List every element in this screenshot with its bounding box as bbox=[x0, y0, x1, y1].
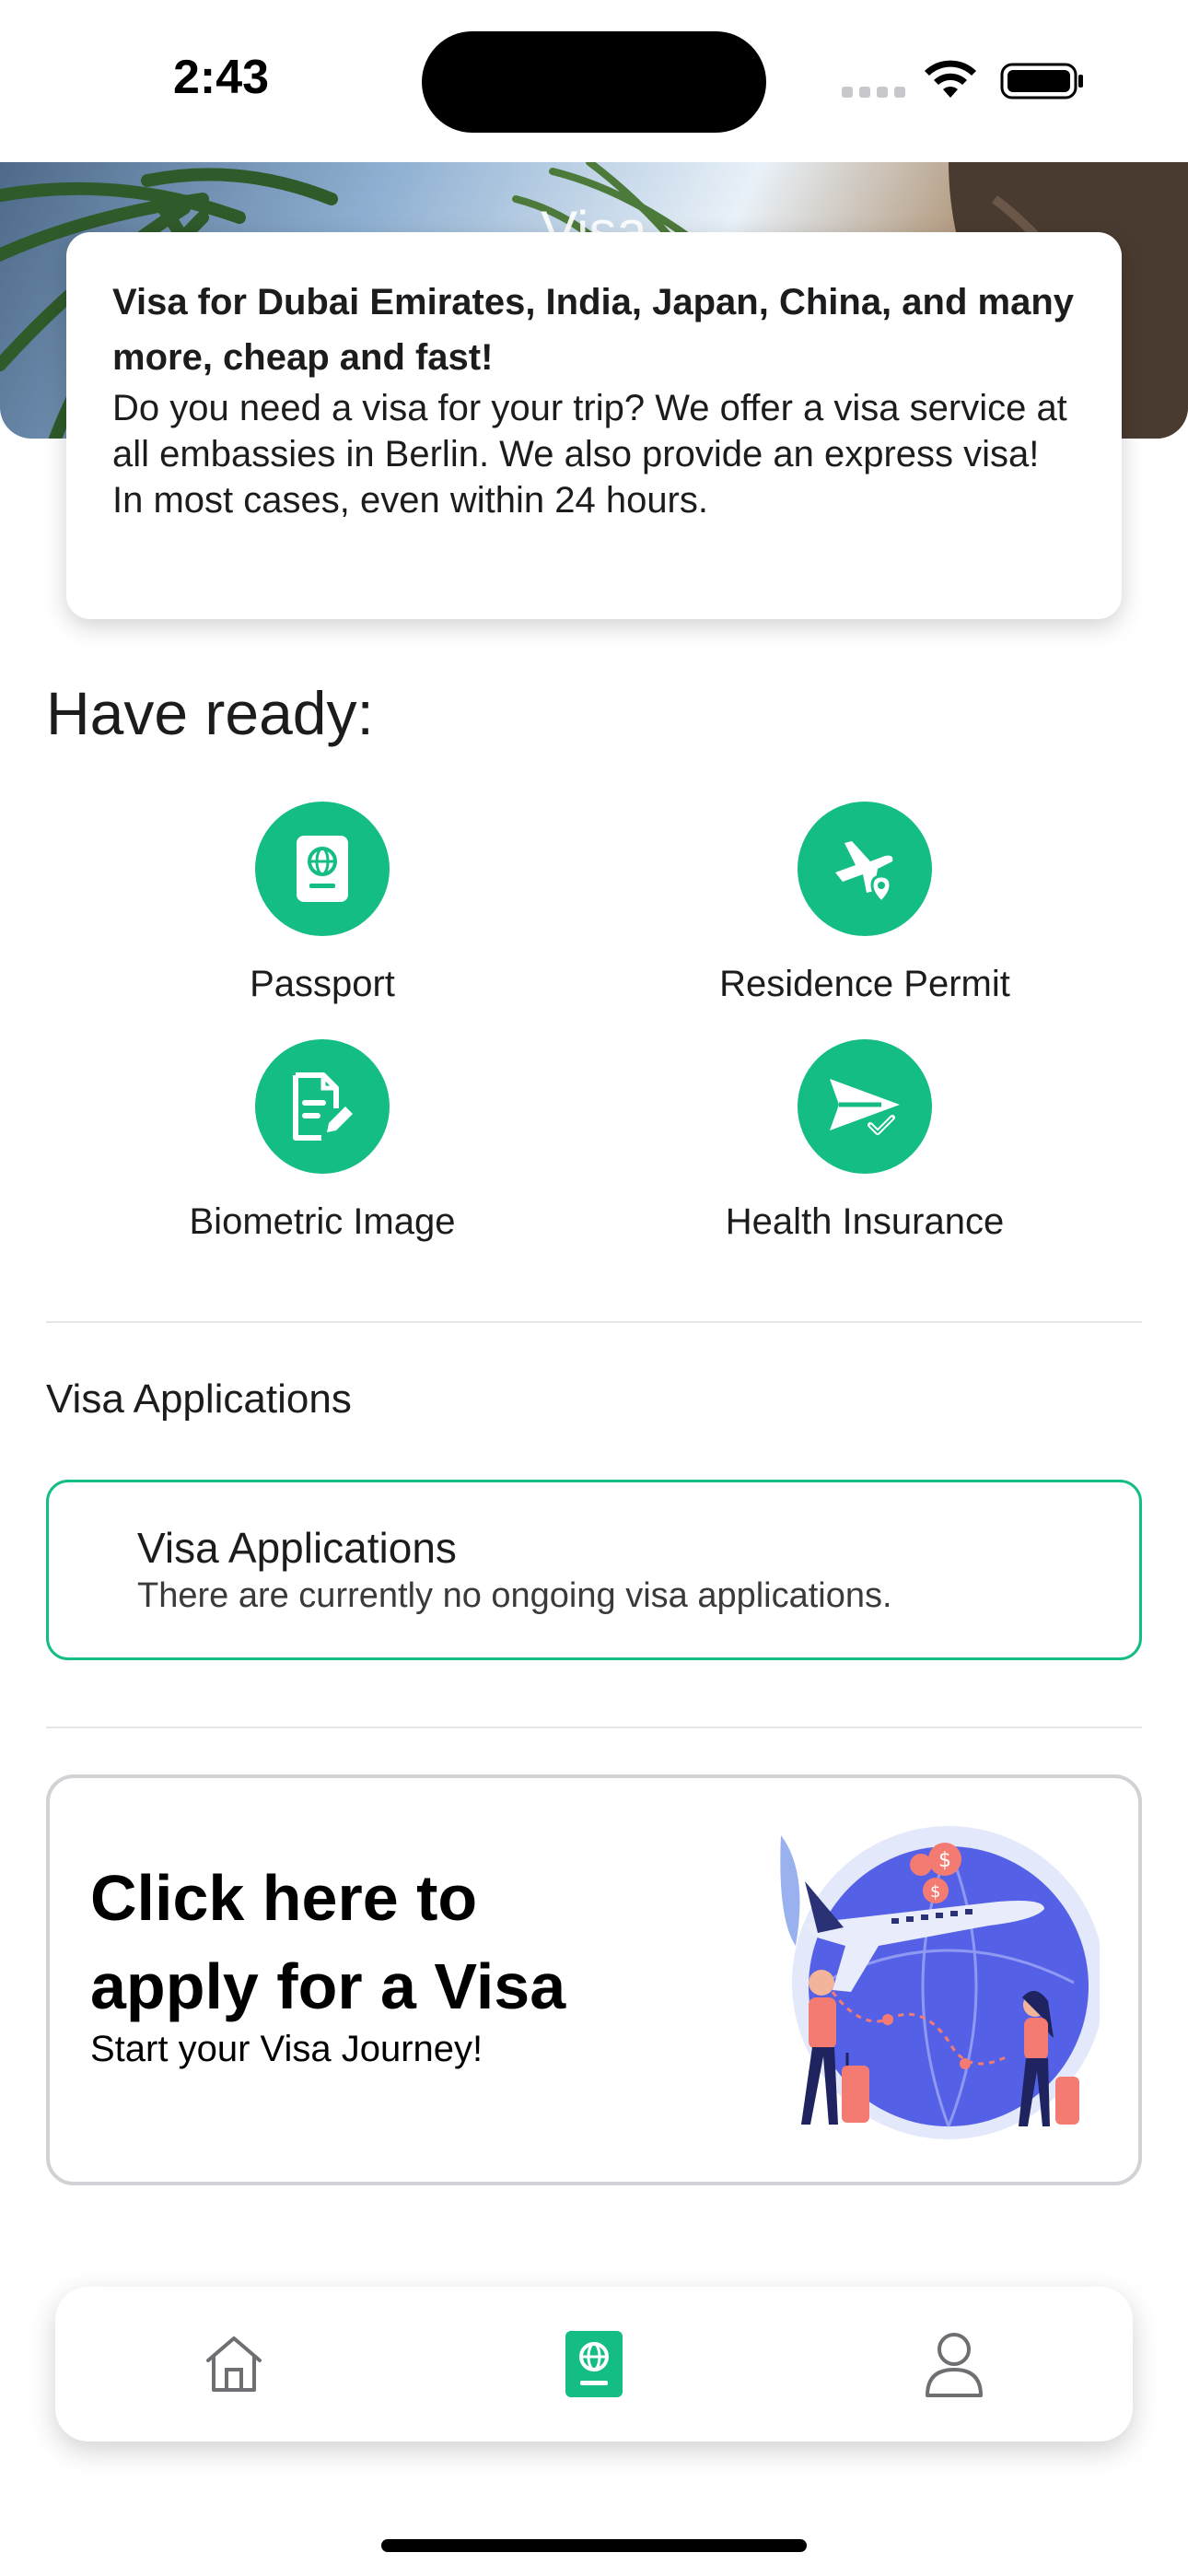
wifi-icon bbox=[925, 60, 976, 98]
battery-icon bbox=[1000, 63, 1083, 100]
tab-home[interactable] bbox=[197, 2327, 271, 2401]
status-bar: 2:43 bbox=[0, 0, 1188, 162]
visa-screen: 2:43 Visa Visa for Dubai Emirates, India… bbox=[0, 0, 1188, 2576]
tab-visa[interactable] bbox=[557, 2327, 631, 2401]
home-icon bbox=[206, 2336, 262, 2392]
divider bbox=[46, 1727, 1142, 1728]
passport-icon bbox=[297, 836, 348, 902]
requirement-health-insurance[interactable]: Health Insurance bbox=[653, 1039, 1077, 1243]
svg-text:$: $ bbox=[938, 1849, 951, 1872]
requirement-residence-permit[interactable]: Residence Permit bbox=[653, 802, 1077, 1005]
requirement-biometric-image-label: Biometric Image bbox=[189, 1201, 456, 1242]
paper-plane-check-icon bbox=[830, 1079, 900, 1135]
document-edit-icon bbox=[293, 1072, 353, 1141]
visa-applications-card-title: Visa Applications bbox=[137, 1524, 457, 1572]
travel-illustration: $ $ bbox=[780, 1826, 1100, 2139]
requirement-health-insurance-badge bbox=[798, 1039, 932, 1174]
apply-for-visa-button[interactable]: Click here to apply for a Visa Start you… bbox=[46, 1774, 1142, 2185]
requirement-health-insurance-label: Health Insurance bbox=[725, 1201, 1005, 1242]
passport-icon bbox=[565, 2331, 623, 2397]
home-indicator bbox=[381, 2539, 807, 2552]
requirement-passport-label: Passport bbox=[250, 964, 395, 1004]
visa-applications-heading: Visa Applications bbox=[46, 1376, 352, 1422]
status-time: 2:43 bbox=[172, 51, 270, 104]
apply-subtitle: Start your Visa Journey! bbox=[90, 2029, 483, 2069]
intro-card: Visa for Dubai Emirates, India, Japan, C… bbox=[66, 232, 1122, 619]
intro-body: Do you need a visa for your trip? We off… bbox=[112, 388, 1067, 521]
requirement-passport-badge bbox=[255, 802, 390, 936]
apply-title: Click here to apply for a Visa bbox=[90, 1862, 566, 2022]
intro-title: Visa for Dubai Emirates, India, Japan, C… bbox=[112, 282, 1075, 378]
visa-applications-empty-text: There are currently no ongoing visa appl… bbox=[137, 1576, 892, 1615]
tab-profile[interactable] bbox=[917, 2327, 991, 2401]
have-ready-heading: Have ready: bbox=[46, 679, 374, 747]
plane-location-icon bbox=[835, 841, 893, 905]
divider bbox=[46, 1321, 1142, 1323]
requirement-passport[interactable]: Passport bbox=[111, 802, 534, 1005]
dynamic-island bbox=[422, 31, 766, 133]
tab-bar bbox=[55, 2287, 1133, 2441]
requirement-biometric-image[interactable]: Biometric Image bbox=[111, 1039, 534, 1243]
cellular-signal-icon bbox=[842, 87, 906, 100]
user-icon bbox=[926, 2333, 983, 2397]
requirement-residence-permit-label: Residence Permit bbox=[719, 964, 1010, 1004]
requirement-biometric-image-badge bbox=[255, 1039, 390, 1174]
visa-applications-card[interactable]: Visa Applications There are currently no… bbox=[46, 1480, 1142, 1660]
requirement-residence-permit-badge bbox=[798, 802, 932, 936]
svg-text:$: $ bbox=[930, 1882, 940, 1902]
